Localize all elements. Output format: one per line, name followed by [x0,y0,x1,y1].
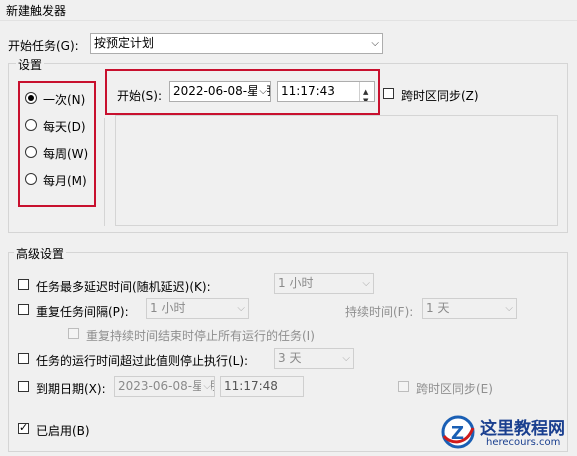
expire-sync-label: 跨时区同步(E) [416,382,493,396]
sync-timezone-checkbox[interactable] [383,88,394,99]
expire-option[interactable]: 到期日期(X): [18,380,114,396]
stop-long-label: 任务的运行时间超过此值则停止执行(L): [36,354,249,368]
advanced-group-label: 高级设置 [14,245,67,262]
enabled-label: 已启用(B) [36,424,90,438]
schedule-detail-panel [115,115,558,226]
start-task-dropdown[interactable]: 按预定计划 ⌵ [90,33,383,54]
repeat-checkbox[interactable] [18,304,29,315]
chevron-down-icon: ⌵ [237,303,245,314]
chevron-down-icon: ⌵ [342,353,350,364]
start-date-value: 2022-06-08-星期 [173,84,271,98]
stop-long-checkbox[interactable] [18,353,29,364]
watermark-logo-icon: Z [441,415,475,449]
stop-long-option[interactable]: 任务的运行时间超过此值则停止执行(L): [18,352,268,368]
settings-separator [104,118,105,226]
watermark: Z 这里教程网 herecours.com [440,410,575,454]
chevron-down-icon: ⌵ [505,303,513,314]
radio-once-label: 一次(N) [43,93,86,107]
start-date-picker[interactable]: 2022-06-08-星期 ⌵ [169,81,271,102]
chevron-down-icon: ⌵ [371,38,379,49]
repeat-option[interactable]: 重复任务间隔(P): [18,303,148,319]
watermark-url: herecours.com [486,437,561,448]
radio-once-button[interactable] [25,92,37,104]
stop-long-dropdown[interactable]: 3 天 ⌵ [274,348,354,369]
watermark-name: 这里教程网 [480,419,565,439]
radio-monthly[interactable]: 每月(M) [25,172,95,188]
delay-option[interactable]: 任务最多延迟时间(随机延迟)(K): [18,278,258,294]
time-spinner[interactable]: ▲ ▼ [359,82,374,101]
start-task-label: 开始任务(G): [8,39,79,53]
radio-monthly-label: 每月(M) [43,174,87,188]
duration-label: 持续时间(F): [345,305,414,319]
expire-time-value: 11:17:48 [224,379,278,393]
radio-daily-label: 每天(D) [43,120,86,134]
window-title: 新建触发器 [6,4,67,18]
radio-weekly-label: 每周(W) [43,147,89,161]
chevron-down-icon: ⌵ [362,278,370,289]
expire-date-picker[interactable]: 2023-06-08-星期 ⌵ [114,376,215,397]
start-task-value: 按预定计划 [94,36,155,50]
radio-weekly[interactable]: 每周(W) [25,145,95,161]
settings-group-label: 设置 [16,56,45,73]
radio-monthly-button[interactable] [25,173,37,185]
enabled-option[interactable]: 已启用(B) [18,421,108,438]
radio-daily[interactable]: 每天(D) [25,118,95,134]
title-separator [0,20,577,21]
start-label: 开始(S): [117,89,163,103]
expire-sync-checkbox[interactable] [398,381,409,392]
radio-weekly-button[interactable] [25,146,37,158]
start-time-value: 11:17:43 [281,84,335,98]
chevron-down-icon: ⌵ [257,82,267,101]
sync-timezone-option[interactable]: 跨时区同步(Z) [383,87,483,103]
stop-repeat-checkbox[interactable] [68,328,79,339]
sync-timezone-label: 跨时区同步(Z) [401,89,479,103]
enabled-checkbox[interactable] [18,421,29,434]
stop-long-value: 3 天 [278,351,302,365]
expire-checkbox[interactable] [18,381,29,392]
spin-down-icon[interactable]: ▼ [363,92,368,101]
chevron-down-icon: ⌵ [201,377,211,396]
expire-time-input[interactable]: 11:17:48 [220,376,304,397]
expire-sync-option[interactable]: 跨时区同步(E) [398,380,508,396]
expire-label: 到期日期(X): [36,382,106,396]
delay-value: 1 小时 [278,276,314,290]
duration-dropdown[interactable]: 1 天 ⌵ [422,298,517,319]
repeat-label: 重复任务间隔(P): [36,305,129,319]
delay-label: 任务最多延迟时间(随机延迟)(K): [36,280,211,294]
delay-dropdown[interactable]: 1 小时 ⌵ [274,273,374,294]
stop-repeat-label: 重复持续时间结束时停止所有运行的任务(I) [86,329,315,343]
repeat-dropdown[interactable]: 1 小时 ⌵ [146,298,249,319]
radio-once[interactable]: 一次(N) [25,91,95,107]
repeat-value: 1 小时 [150,301,186,315]
svg-text:Z: Z [451,423,464,444]
stop-repeat-option[interactable]: 重复持续时间结束时停止所有运行的任务(I) [68,327,338,343]
radio-daily-button[interactable] [25,119,37,131]
start-time-input[interactable]: 11:17:43 ▲ ▼ [277,81,375,102]
delay-checkbox[interactable] [18,279,29,290]
duration-value: 1 天 [426,301,450,315]
